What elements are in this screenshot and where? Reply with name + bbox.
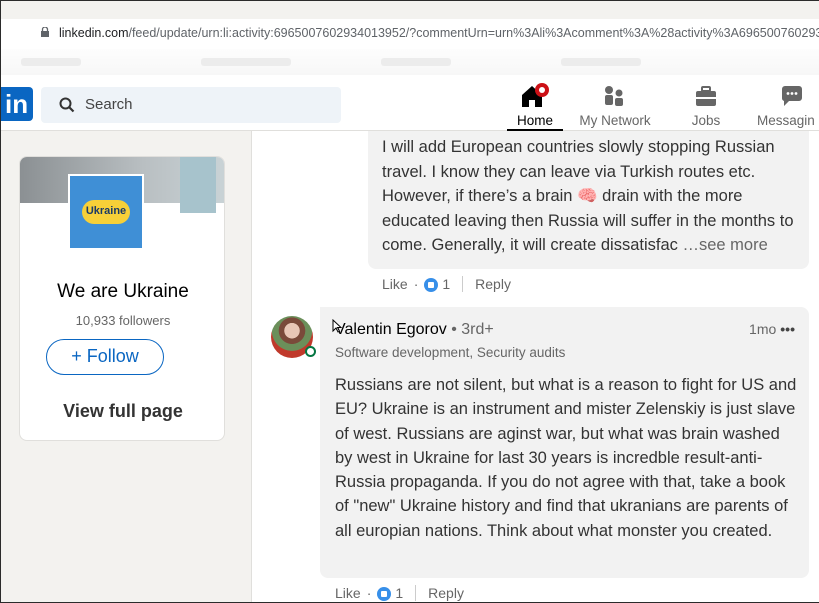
nav-item-home[interactable]: Home xyxy=(507,81,563,131)
url-text[interactable]: linkedin.com/feed/update/urn:li:activity… xyxy=(59,26,819,40)
more-options-icon[interactable]: ••• xyxy=(780,321,795,337)
nav-item-jobs[interactable]: Jobs xyxy=(684,81,728,131)
like-button[interactable]: Like xyxy=(335,585,361,601)
company-name[interactable]: We are Ukraine xyxy=(20,281,224,303)
connection-degree: • 3rd+ xyxy=(451,321,494,338)
like-count[interactable]: 1 xyxy=(395,585,403,601)
like-button[interactable]: Like xyxy=(382,276,408,292)
like-reaction-icon xyxy=(424,278,439,292)
bookmark-blur xyxy=(381,58,451,66)
view-full-page-link[interactable]: View full page xyxy=(20,401,224,422)
bookmark-blur xyxy=(561,58,641,66)
home-icon xyxy=(522,83,549,107)
nav-label-messaging: Messagin xyxy=(757,113,815,128)
messaging-icon xyxy=(781,86,802,106)
like-count[interactable]: 1 xyxy=(442,276,450,292)
search-icon xyxy=(59,97,75,113)
company-page-card: Ukraine We are Ukraine 10,933 followers … xyxy=(19,156,225,441)
comment-meta: 1mo ••• xyxy=(749,321,795,337)
bookmarks-bar xyxy=(1,49,819,75)
followers-count: 10,933 followers xyxy=(75,313,171,328)
comments-feed: I will add European countries slowly sto… xyxy=(251,131,819,602)
nav-label-jobs: Jobs xyxy=(691,113,721,128)
bookmark-blur xyxy=(21,58,81,66)
nav-item-messaging[interactable]: Messagin xyxy=(757,81,819,131)
search-placeholder: Search xyxy=(85,96,133,113)
follow-button[interactable]: + Follow xyxy=(46,339,164,375)
url-host: linkedin.com xyxy=(59,26,129,40)
search-input[interactable]: Search xyxy=(41,87,341,123)
briefcase-icon xyxy=(696,86,716,106)
banner-accent xyxy=(180,157,216,213)
author-headline: Software development, Security audits xyxy=(335,345,566,360)
address-bar[interactable]: linkedin.com/feed/update/urn:li:activity… xyxy=(1,19,819,49)
author-name[interactable]: Valentin Egorov xyxy=(335,321,447,338)
like-reaction-icon xyxy=(377,587,392,601)
nav-label-home: Home xyxy=(516,113,553,128)
mouse-cursor-icon xyxy=(332,319,342,333)
comment-bubble: I will add European countries slowly sto… xyxy=(368,131,809,269)
logo-text: Ukraine xyxy=(85,205,127,217)
comment-text: Russians are not silent, but what is a r… xyxy=(335,376,797,540)
comment-time: 1mo xyxy=(749,321,777,337)
top-navigation: in Search Home My Network Jobs Messagin xyxy=(1,75,819,131)
divider xyxy=(415,585,417,601)
bookmark-blur xyxy=(201,58,291,66)
linkedin-logo[interactable]: in xyxy=(1,87,33,121)
comment-bubble: Valentin Egorov • 3rd+ Software developm… xyxy=(320,307,809,578)
comment-author[interactable]: Valentin Egorov • 3rd+ xyxy=(335,321,494,339)
comment-text: I will add European countries slowly sto… xyxy=(382,135,802,258)
nav-item-my-network[interactable]: My Network xyxy=(567,81,663,131)
browser-window: linkedin.com/feed/update/urn:li:activity… xyxy=(0,0,819,603)
network-icon xyxy=(605,86,623,106)
separator-dot: · xyxy=(413,276,419,292)
comment-actions: Like · 1 Reply xyxy=(382,276,511,292)
separator-dot: · xyxy=(366,585,372,601)
see-more-link[interactable]: …see more xyxy=(682,236,767,254)
reply-button[interactable]: Reply xyxy=(475,276,511,292)
online-status-indicator xyxy=(305,346,316,357)
comment-actions: Like · 1 Reply xyxy=(335,585,464,601)
divider xyxy=(462,276,464,292)
nav-label-my-network: My Network xyxy=(579,113,651,128)
company-logo[interactable]: Ukraine xyxy=(68,174,144,250)
reply-button[interactable]: Reply xyxy=(428,585,464,601)
lock-icon xyxy=(41,27,49,37)
url-path: /feed/update/urn:li:activity:69650076029… xyxy=(128,26,819,40)
